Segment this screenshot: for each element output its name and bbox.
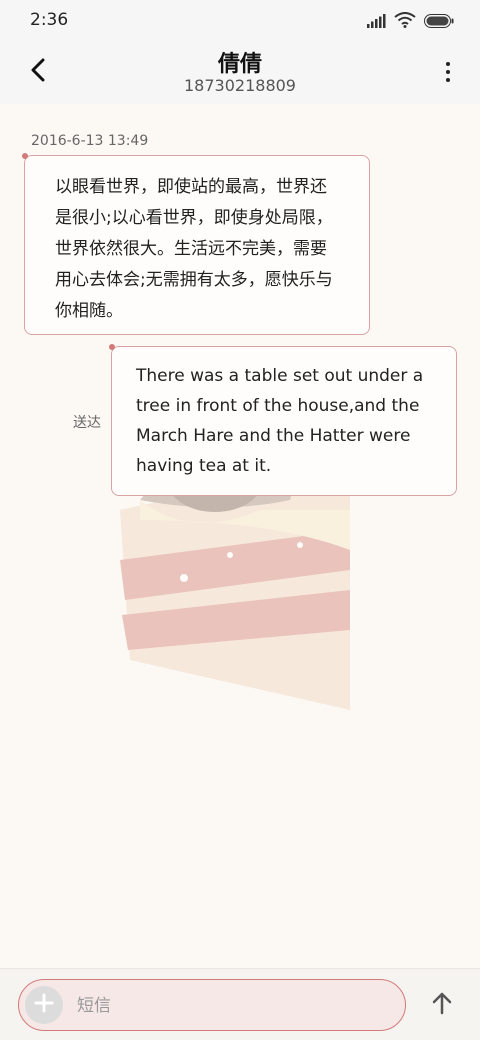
outgoing-message-bubble[interactable]: There was a table set out under a tree i… — [109, 344, 457, 496]
message-composer — [0, 968, 480, 1040]
conversation-header: 倩倩 18730218809 — [0, 40, 480, 104]
send-button[interactable] — [426, 989, 458, 1021]
status-icons — [366, 12, 454, 32]
status-bar: 2:36 — [0, 0, 480, 40]
add-attachment-button[interactable] — [25, 986, 63, 1024]
outgoing-message-text: There was a table set out under a tree i… — [136, 366, 424, 476]
contact-name: 倩倩 — [217, 52, 262, 77]
status-time: 2:36 — [30, 10, 69, 30]
more-dot — [446, 78, 450, 82]
contact-number: 18730218809 — [184, 76, 296, 95]
more-options-button[interactable] — [440, 54, 456, 90]
battery-icon — [424, 13, 454, 32]
message-timestamp: 2016-6-13 13:49 — [31, 133, 149, 149]
bubble-corner-dot — [109, 344, 115, 350]
message-input-box — [18, 979, 406, 1031]
more-dot — [446, 70, 450, 74]
plus-icon — [34, 993, 54, 1017]
delivery-status: 送达 — [73, 415, 101, 431]
signal-icon — [366, 13, 386, 32]
sms-input[interactable] — [75, 990, 379, 1022]
wifi-icon — [394, 12, 416, 32]
messaging-screen: 2:36 倩倩 18730218809 2016-6-13 13:49 以眼看世… — [0, 0, 480, 1040]
incoming-message-bubble[interactable]: 以眼看世界，即使站的最高，世界还是很小;以心看世界，即使身处局限，世界依然很大。… — [22, 153, 370, 335]
send-arrow-icon — [431, 991, 453, 1019]
bubble-corner-dot — [22, 153, 28, 159]
more-vertical-icon — [446, 62, 450, 66]
incoming-message-text: 以眼看世界，即使站的最高，世界还是很小;以心看世界，即使身处局限，世界依然很大。… — [55, 177, 333, 321]
